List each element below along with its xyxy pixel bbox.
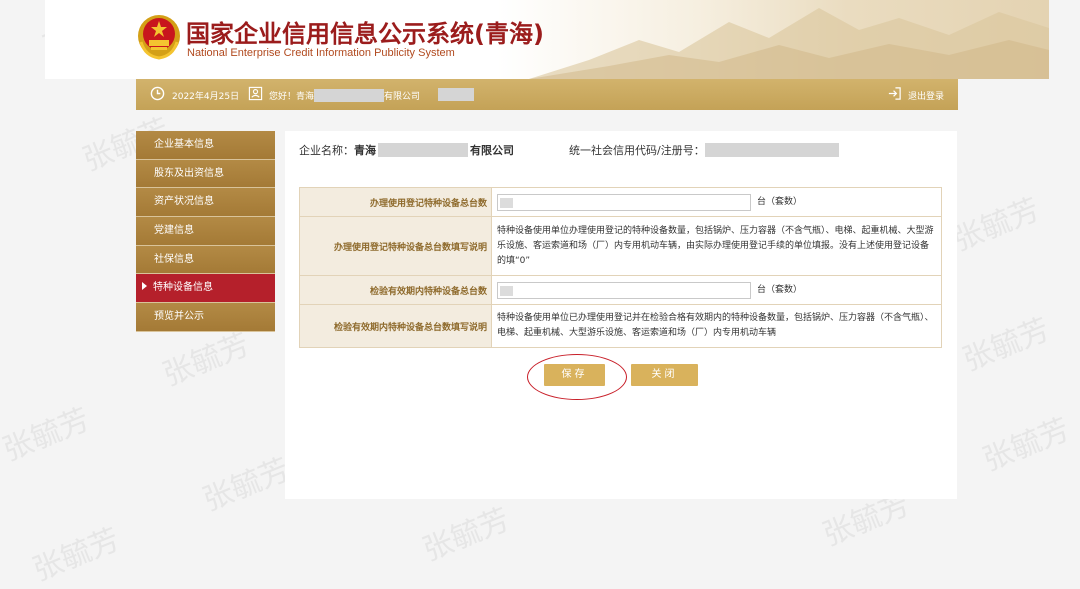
- row3-label: 检验有效期内特种设备总台数: [299, 275, 492, 305]
- company-label: 企业名称：: [299, 144, 354, 157]
- form-row: 检验有效期内特种设备总台数 台（套数）: [299, 275, 942, 305]
- row1-unit: 台（套数）: [757, 196, 803, 207]
- site-header: 国家企业信用信息公示系统(青海) National Enterprise Cre…: [45, 0, 1049, 79]
- user-card-icon: [248, 86, 263, 101]
- row3-value: 台（套数）: [491, 275, 942, 305]
- input-value-redacted: [500, 197, 513, 208]
- current-date: 2022年4月25日: [172, 92, 240, 102]
- greeting: 您好！青海 有限公司: [269, 89, 420, 102]
- watermark: 张毓芳: [28, 522, 125, 589]
- main-panel: 企业名称：青海 有限公司 统一社会信用代码/注册号： 办理使用登记特种设备总台数 …: [285, 131, 957, 499]
- redacted-company-name: [378, 143, 468, 157]
- close-button[interactable]: 关闭: [631, 364, 698, 386]
- credit-code-label: 统一社会信用代码/注册号：: [569, 144, 705, 157]
- redacted-field: [438, 88, 474, 101]
- row1-label: 办理使用登记特种设备总台数: [299, 187, 492, 217]
- sidebar-item-special-equipment[interactable]: 特种设备信息: [136, 274, 275, 304]
- clock-icon: [150, 86, 165, 101]
- greeting-suffix: 有限公司: [384, 92, 421, 102]
- form-row: 办理使用登记特种设备总台数填写说明 特种设备使用单位办理使用登记的特种设备数量，…: [299, 216, 942, 276]
- sidebar-item-label: 特种设备信息: [153, 282, 213, 294]
- row2-label: 办理使用登记特种设备总台数填写说明: [299, 216, 492, 276]
- row4-label: 检验有效期内特种设备总台数填写说明: [299, 304, 492, 348]
- row2-description: 特种设备使用单位办理使用登记的特种设备数量，包括锅炉、压力容器（不含气瓶）、电梯…: [491, 216, 942, 276]
- mountain-decoration: [529, 8, 1049, 79]
- watermark: 张毓芳: [948, 192, 1045, 259]
- credit-code-line: 统一社会信用代码/注册号：: [569, 142, 839, 158]
- input-value-redacted: [500, 285, 513, 296]
- watermark: 张毓芳: [978, 412, 1075, 479]
- top-bar: 2022年4月25日 您好！青海 有限公司 退出登录: [136, 79, 958, 110]
- row4-description: 特种设备使用单位已办理使用登记并在检验合格有效期内的特种设备数量，包括锅炉、压力…: [491, 304, 942, 348]
- national-emblem-icon: [138, 15, 180, 60]
- sidebar: 企业基本信息 股东及出资信息 资产状况信息 党建信息 社保信息 特种设备信息 预…: [136, 131, 275, 332]
- company-prefix: 青海: [354, 144, 376, 157]
- site-title: 国家企业信用信息公示系统(青海): [186, 14, 544, 49]
- sidebar-item-party[interactable]: 党建信息: [136, 217, 275, 246]
- form-row: 办理使用登记特种设备总台数 台（套数）: [299, 187, 942, 217]
- watermark: 张毓芳: [418, 502, 515, 569]
- site-title-main: 国家企业信用信息公示系统: [186, 20, 474, 48]
- site-subtitle: National Enterprise Credit Information P…: [187, 47, 455, 59]
- logout-icon[interactable]: [887, 86, 902, 101]
- company-name-line: 企业名称：青海 有限公司: [299, 142, 514, 158]
- special-equipment-form: 办理使用登记特种设备总台数 台（套数） 办理使用登记特种设备总台数填写说明 特种…: [299, 187, 942, 348]
- sidebar-item-social-security[interactable]: 社保信息: [136, 245, 275, 275]
- redacted-company-name: [314, 89, 385, 102]
- row3-unit: 台（套数）: [757, 284, 803, 295]
- registered-equipment-count-input[interactable]: [497, 193, 751, 211]
- site-title-region: (青海): [474, 20, 544, 48]
- watermark: 张毓芳: [958, 312, 1055, 379]
- highlight-circle: [527, 354, 627, 400]
- greeting-prefix: 您好！青海: [269, 92, 315, 102]
- watermark: 张毓芳: [198, 452, 295, 519]
- company-suffix: 有限公司: [470, 144, 514, 157]
- inspected-equipment-count-input[interactable]: [497, 281, 751, 299]
- logout-link[interactable]: 退出登录: [908, 89, 944, 102]
- form-row: 检验有效期内特种设备总台数填写说明 特种设备使用单位已办理使用登记并在检验合格有…: [299, 304, 942, 348]
- sidebar-item-basic-info[interactable]: 企业基本信息: [136, 131, 275, 160]
- sidebar-item-shareholders[interactable]: 股东及出资信息: [136, 159, 275, 189]
- redacted-credit-code: [704, 143, 839, 157]
- watermark: 张毓芳: [0, 402, 95, 469]
- sidebar-item-assets[interactable]: 资产状况信息: [136, 188, 275, 218]
- caret-right-icon: [142, 282, 147, 291]
- sidebar-item-preview-publish[interactable]: 预览并公示: [136, 303, 275, 332]
- row1-value: 台（套数）: [491, 187, 942, 217]
